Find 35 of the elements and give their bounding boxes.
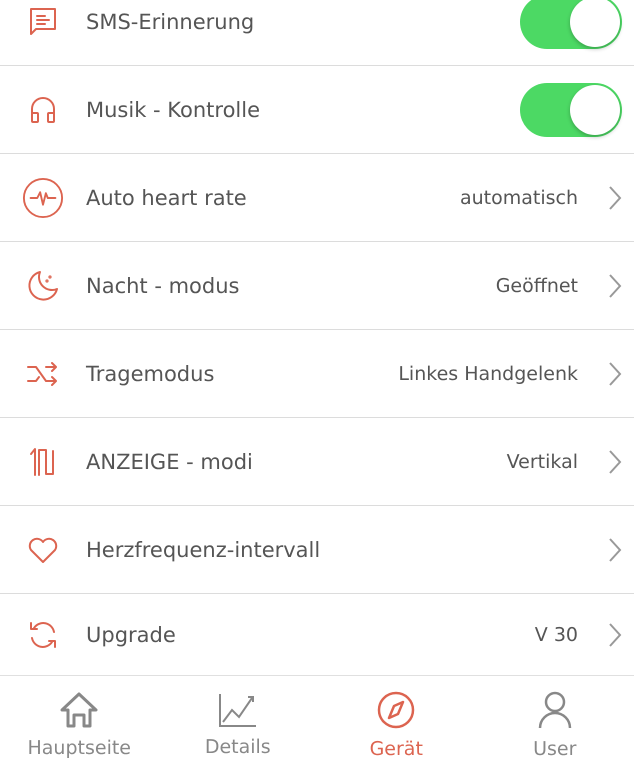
chart-icon: [218, 692, 258, 728]
chevron-right-icon: [608, 184, 622, 210]
home-icon: [59, 691, 100, 729]
setting-value: Geöffnet: [496, 274, 578, 296]
wave-icon: [29, 446, 57, 478]
chevron-right-icon: [608, 622, 622, 648]
setting-label: Tragemodus: [86, 362, 216, 386]
toggle-switch[interactable]: [520, 82, 622, 136]
heart-rate-icon: [22, 176, 64, 220]
setting-label: Musik - Kontrolle: [86, 98, 262, 122]
setting-value: Linkes Handgelenk: [398, 362, 578, 384]
message-icon: [28, 6, 58, 38]
setting-value: V 30: [534, 624, 578, 646]
chevron-right-icon: [608, 272, 622, 298]
moon-icon: [26, 268, 60, 302]
chevron-right-icon: [608, 360, 622, 386]
setting-label: SMS-Erinnerung: [86, 10, 256, 34]
headphones-icon: [28, 94, 58, 124]
chevron-right-icon: [608, 536, 622, 562]
setting-label: Herzfrequenz-intervall: [86, 538, 322, 562]
setting-label: ANZEIGE - modi: [86, 450, 254, 474]
compass-icon: [376, 690, 416, 730]
toggle-switch[interactable]: [520, 0, 622, 48]
setting-label: Auto heart rate: [86, 186, 248, 210]
shuffle-icon: [26, 360, 60, 386]
setting-label: Upgrade: [86, 622, 177, 646]
tab[interactable]: User: [476, 676, 634, 774]
tab[interactable]: Details: [158, 676, 317, 774]
tab[interactable]: Hauptseite: [0, 676, 158, 774]
setting-value: Vertikal: [506, 450, 578, 472]
setting-label: Nacht - modus: [86, 274, 240, 298]
user-icon: [536, 690, 573, 730]
tab[interactable]: Gerät: [317, 676, 476, 774]
setting-value: automatisch: [460, 186, 578, 208]
chevron-right-icon: [608, 448, 622, 474]
